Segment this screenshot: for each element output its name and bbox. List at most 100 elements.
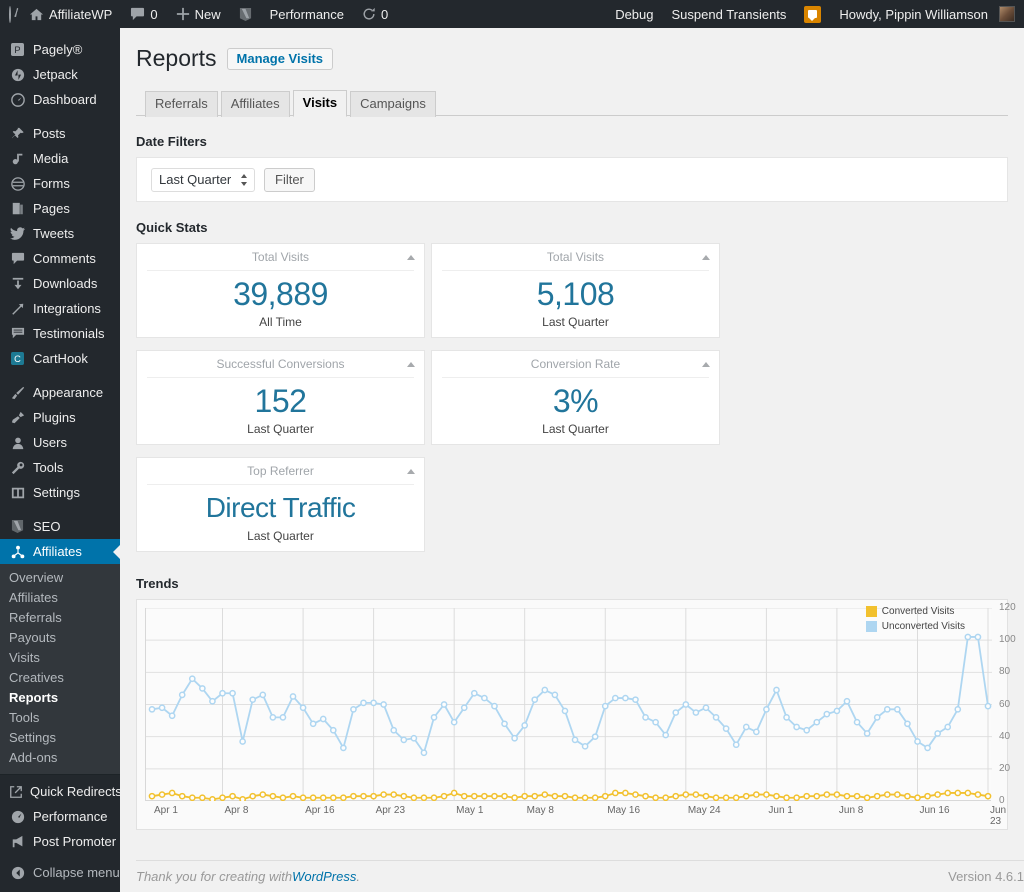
menu-spacer — [0, 28, 120, 37]
tab-visits[interactable]: Visits — [292, 90, 348, 117]
admin-bar: AffiliateWP 0 New Performance 0 Debug Su… — [0, 0, 1024, 28]
sidebar-label: Settings — [33, 485, 80, 500]
submenu-item-tools[interactable]: Tools — [0, 708, 120, 728]
my-account-menu[interactable]: Howdy, Pippin Williamson — [830, 0, 1024, 28]
plus-icon — [176, 7, 190, 21]
sidebar-label: Comments — [33, 251, 96, 266]
site-name-label: AffiliateWP — [49, 6, 113, 22]
sidebar-item-settings[interactable]: Settings — [0, 480, 120, 505]
manage-visits-button[interactable]: Manage Visits — [226, 47, 334, 70]
sidebar-item-tools[interactable]: Tools — [0, 455, 120, 480]
caret-up-icon[interactable] — [702, 255, 710, 260]
footer-thanks-suffix: . — [356, 869, 360, 884]
sidebar-item-users[interactable]: Users — [0, 430, 120, 455]
sidebar-item-testimonials[interactable]: Testimonials — [0, 321, 120, 346]
debug-menu[interactable]: Debug — [606, 0, 662, 28]
sidebar-label: Jetpack — [33, 67, 78, 82]
updates-menu[interactable]: 0 — [353, 0, 397, 28]
x-tick-label: Jun 1 — [768, 805, 793, 816]
sidebar-label: CartHook — [33, 351, 88, 366]
chart-legend: Converted Visits Unconverted Visits — [865, 605, 965, 635]
submenu-item-affiliates[interactable]: Affiliates — [0, 588, 120, 608]
comments-bubble-menu[interactable]: 0 — [121, 0, 166, 28]
tile-body: 152 Last Quarter — [147, 377, 414, 436]
sidebar-item-downloads[interactable]: Downloads — [0, 271, 120, 296]
sidebar-item-jetpack[interactable]: Jetpack — [0, 62, 120, 87]
y-tick-label: 120 — [999, 602, 1016, 613]
sidebar-item-pagely[interactable]: P Pagely® — [0, 37, 120, 62]
wordpress-link[interactable]: WordPress — [292, 869, 356, 884]
sidebar-item-quick-redirects[interactable]: Quick Redirects — [0, 779, 120, 804]
caret-up-icon[interactable] — [407, 255, 415, 260]
sidebar-item-integrations[interactable]: Integrations — [0, 296, 120, 321]
carthook-icon: C — [9, 352, 26, 365]
x-tick-label: May 16 — [607, 805, 641, 816]
submenu-item-referrals[interactable]: Referrals — [0, 608, 120, 628]
tab-campaigns[interactable]: Campaigns — [350, 91, 436, 117]
sidebar-item-performance[interactable]: Performance — [0, 804, 120, 829]
legend-swatch-converted — [865, 606, 877, 617]
forms-icon — [9, 176, 26, 191]
submenu-item-reports[interactable]: Reports — [0, 688, 120, 708]
external-link-icon — [9, 785, 23, 799]
filter-button[interactable]: Filter — [264, 167, 315, 192]
sidebar-item-dashboard[interactable]: Dashboard — [0, 87, 120, 112]
sidebar-item-seo[interactable]: SEO — [0, 514, 120, 539]
x-tick-label: Jun 16 — [919, 805, 950, 816]
tab-referrals[interactable]: Referrals — [145, 91, 218, 117]
collapse-menu-label: Collapse menu — [33, 865, 120, 880]
tile-value: 5,108 — [536, 276, 615, 312]
new-content-menu[interactable]: New — [167, 0, 230, 28]
yoast-seo-menu[interactable] — [230, 0, 261, 28]
page-header: Reports Manage Visits — [136, 38, 1008, 75]
date-range-select-wrapper[interactable]: TodayYesterdayThis WeekLast WeekThis Mon… — [151, 167, 255, 192]
debug-label: Debug — [615, 6, 654, 22]
tile-subtitle: Last Quarter — [247, 422, 314, 436]
suspend-transients-menu[interactable]: Suspend Transients — [663, 0, 796, 28]
stat-tile-total-visits-last-quarter: Total Visits 5,108 Last Quarter — [431, 243, 720, 338]
menu-spacer — [0, 505, 120, 514]
sidebar-item-tweets[interactable]: Tweets — [0, 221, 120, 246]
caret-up-icon[interactable] — [407, 469, 415, 474]
yoast-seo-icon — [9, 519, 26, 534]
trends-heading: Trends — [136, 576, 179, 591]
sidebar-item-pages[interactable]: Pages — [0, 196, 120, 221]
submenu-item-overview[interactable]: Overview — [0, 568, 120, 588]
admin-bar-right: Debug Suspend Transients Howdy, Pippin W… — [606, 0, 1024, 28]
caret-up-icon[interactable] — [702, 362, 710, 367]
submenu-item-add-ons[interactable]: Add-ons — [0, 748, 120, 768]
x-tick-label: Apr 8 — [224, 805, 249, 816]
sidebar-item-affiliates[interactable]: Affiliates — [0, 539, 120, 564]
sidebar-item-carthook[interactable]: C CartHook — [0, 346, 120, 371]
twitter-bird-icon — [9, 227, 26, 240]
performance-menu[interactable]: Performance — [261, 0, 353, 28]
submenu-item-settings[interactable]: Settings — [0, 728, 120, 748]
sidebar-label: Quick Redirects — [30, 784, 120, 799]
sidebar-item-plugins[interactable]: Plugins — [0, 405, 120, 430]
home-icon — [29, 7, 44, 22]
submenu-item-payouts[interactable]: Payouts — [0, 628, 120, 648]
sidebar-label: Affiliates — [33, 544, 82, 559]
sidebar-item-posts[interactable]: Posts — [0, 121, 120, 146]
wordpress-logo-menu[interactable] — [0, 0, 20, 28]
tile-value: Direct Traffic — [205, 492, 356, 523]
site-name-menu[interactable]: AffiliateWP — [20, 0, 121, 28]
sidebar-label: Forms — [33, 176, 70, 191]
notification-menu[interactable] — [795, 0, 830, 28]
sidebar-label: Posts — [33, 126, 66, 141]
submenu-item-visits[interactable]: Visits — [0, 648, 120, 668]
date-range-select[interactable]: TodayYesterdayThis WeekLast WeekThis Mon… — [151, 167, 255, 192]
tab-affiliates[interactable]: Affiliates — [220, 91, 290, 117]
sidebar-item-forms[interactable]: Forms — [0, 171, 120, 196]
date-filters-heading: Date Filters — [136, 134, 207, 149]
collapse-menu-button[interactable]: Collapse menu — [0, 860, 120, 885]
sidebar-item-media[interactable]: Media — [0, 146, 120, 171]
plug-icon — [9, 411, 26, 425]
sidebar-item-post-promoter[interactable]: Post Promoter — [0, 829, 120, 854]
sidebar-item-comments[interactable]: Comments — [0, 246, 120, 271]
sidebar-label: SEO — [33, 519, 61, 534]
tile-header: Top Referrer — [137, 458, 424, 484]
submenu-item-creatives[interactable]: Creatives — [0, 668, 120, 688]
caret-up-icon[interactable] — [407, 362, 415, 367]
sidebar-item-appearance[interactable]: Appearance — [0, 380, 120, 405]
